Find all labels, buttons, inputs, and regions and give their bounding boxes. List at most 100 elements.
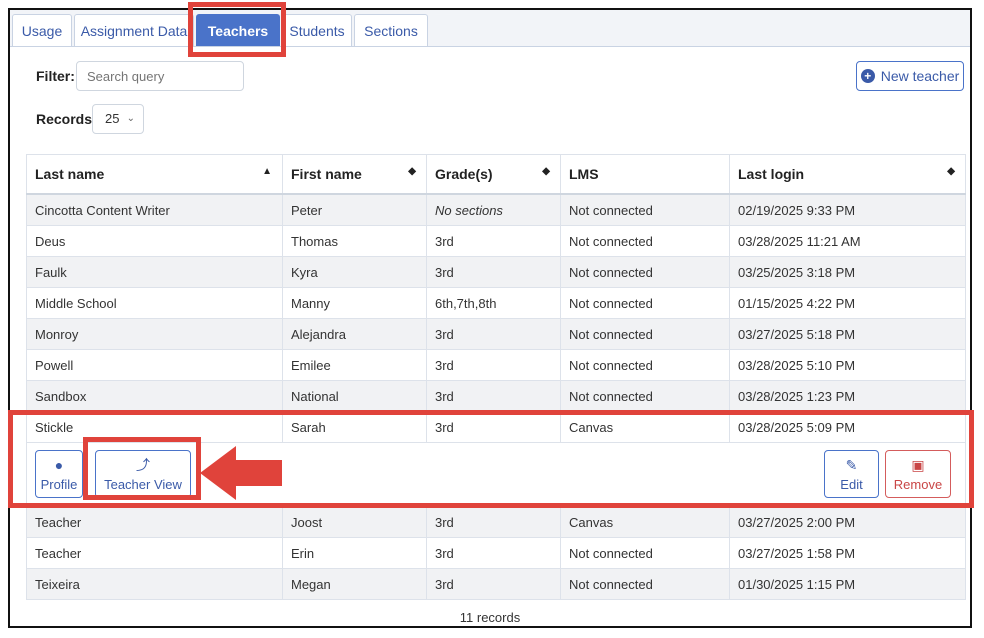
remove-button[interactable]: ▣ Remove — [885, 450, 951, 498]
cell-grades: 3rd — [426, 225, 561, 257]
sort-icon: ◆ — [947, 166, 955, 177]
table-row[interactable]: Monroy Alejandra 3rd Not connected 03/27… — [26, 318, 966, 350]
cell-last-name: Teacher — [26, 537, 283, 569]
cell-first-name: Manny — [282, 287, 427, 319]
records-count: 11 records — [459, 610, 521, 625]
table-row[interactable]: Teacher Erin 3rd Not connected 03/27/202… — [26, 537, 966, 569]
tab-assignment-data[interactable]: Assignment Data — [74, 14, 194, 46]
col-header-last-name[interactable]: Last name ▲ — [26, 154, 283, 195]
remove-label: Remove — [893, 477, 943, 492]
table-row[interactable]: Faulk Kyra 3rd Not connected 03/25/2025 … — [26, 256, 966, 288]
col-header-last-login[interactable]: Last login ◆ — [729, 154, 966, 195]
row-actions: ● Profile ⤴ Teacher View ✎ Edit ▣ Remove — [26, 442, 966, 507]
table-row[interactable]: Powell Emilee 3rd Not connected 03/28/20… — [26, 349, 966, 381]
cell-lms: Canvas — [560, 411, 730, 443]
cell-grades: 3rd — [426, 506, 561, 538]
teacher-view-button[interactable]: ⤴ Teacher View — [95, 450, 191, 498]
edit-button[interactable]: ✎ Edit — [824, 450, 879, 498]
cell-grades: 3rd — [426, 349, 561, 381]
table-row[interactable]: Middle School Manny 6th,7th,8th Not conn… — [26, 287, 966, 319]
cell-last-name: Cincotta Content Writer — [26, 193, 283, 226]
tab-teachers[interactable]: Teachers — [196, 14, 280, 46]
cell-lms: Not connected — [560, 256, 730, 288]
cell-last-login: 01/15/2025 4:22 PM — [729, 287, 966, 319]
cell-grades: 3rd — [426, 537, 561, 569]
cell-last-login: 03/28/2025 1:23 PM — [729, 380, 966, 412]
cell-last-name: Faulk — [26, 256, 283, 288]
cell-first-name: Erin — [282, 537, 427, 569]
cell-first-name: Sarah — [282, 411, 427, 443]
cell-first-name: Megan — [282, 568, 427, 600]
cell-last-name: Monroy — [26, 318, 283, 350]
cell-grades: 3rd — [426, 411, 561, 443]
table-row[interactable]: Cincotta Content Writer Peter No section… — [26, 193, 966, 226]
cell-lms: Canvas — [560, 506, 730, 538]
cell-grades: 3rd — [426, 568, 561, 600]
cell-grades: 3rd — [426, 256, 561, 288]
col-header-first-name[interactable]: First name ◆ — [282, 154, 427, 195]
cell-first-name: Alejandra — [282, 318, 427, 350]
cell-lms: Not connected — [560, 225, 730, 257]
cell-grades: 3rd — [426, 318, 561, 350]
pencil-icon: ✎ — [845, 457, 858, 473]
tab-students[interactable]: Students — [282, 14, 352, 46]
col-header-grades[interactable]: Grade(s) ◆ — [426, 154, 561, 195]
teachers-table: Last name ▲ First name ◆ Grade(s) ◆ LMS Las… — [26, 154, 966, 600]
cell-last-login: 03/28/2025 11:21 AM — [729, 225, 966, 257]
cell-last-name: Deus — [26, 225, 283, 257]
cell-lms: Not connected — [560, 349, 730, 381]
cell-lms: Not connected — [560, 287, 730, 319]
tab-bar: Usage Assignment Data Teachers Students … — [10, 10, 970, 47]
cell-lms: Not connected — [560, 318, 730, 350]
cell-last-login: 03/28/2025 5:10 PM — [729, 349, 966, 381]
cell-lms: Not connected — [560, 537, 730, 569]
row-actions-cell: ● Profile ⤴ Teacher View ✎ Edit ▣ Remove — [26, 442, 966, 507]
filter-label: Filter: — [36, 68, 75, 84]
cell-last-name: Powell — [26, 349, 283, 381]
cell-last-name: Sandbox — [26, 380, 283, 412]
cell-last-login: 01/30/2025 1:15 PM — [729, 568, 966, 600]
cell-last-name: Teixeira — [26, 568, 283, 600]
sort-icon: ◆ — [542, 166, 550, 177]
cell-lms: Not connected — [560, 568, 730, 600]
cell-first-name: Peter — [282, 193, 427, 226]
plus-circle-icon: + — [860, 69, 875, 83]
cell-lms: Not connected — [560, 380, 730, 412]
table-row[interactable]: Sandbox National 3rd Not connected 03/28… — [26, 380, 966, 412]
cell-last-login: 03/27/2025 5:18 PM — [729, 318, 966, 350]
cell-last-login: 03/27/2025 2:00 PM — [729, 506, 966, 538]
cell-last-name: Middle School — [26, 287, 283, 319]
profile-label: Profile — [40, 477, 78, 492]
tab-usage[interactable]: Usage — [12, 14, 72, 46]
cell-last-name: Stickle — [26, 411, 283, 443]
new-teacher-button[interactable]: + New teacher — [856, 61, 964, 91]
profile-button[interactable]: ● Profile — [35, 450, 83, 498]
cell-last-login: 03/27/2025 1:58 PM — [729, 537, 966, 569]
header-label: First name — [291, 166, 362, 182]
col-header-lms: LMS — [560, 154, 730, 195]
cell-last-login: 03/25/2025 3:18 PM — [729, 256, 966, 288]
new-teacher-label: New teacher — [880, 68, 960, 84]
teacher-view-label: Teacher View — [104, 477, 182, 492]
table-row[interactable]: Deus Thomas 3rd Not connected 03/28/2025… — [26, 225, 966, 257]
cell-grades: No sections — [426, 193, 561, 226]
table-row[interactable]: Teixeira Megan 3rd Not connected 01/30/2… — [26, 568, 966, 600]
header-label: Grade(s) — [435, 166, 493, 182]
sort-asc-icon: ▲ — [262, 166, 272, 177]
records-select[interactable]: 25 ⌄ — [92, 104, 144, 134]
cell-last-login: 02/19/2025 9:33 PM — [729, 193, 966, 226]
records-value: 25 — [105, 111, 120, 126]
app-frame: Usage Assignment Data Teachers Students … — [8, 8, 972, 628]
cell-first-name: Emilee — [282, 349, 427, 381]
edit-label: Edit — [840, 477, 863, 492]
records-label: Records: — [36, 111, 97, 127]
cell-grades: 6th,7th,8th — [426, 287, 561, 319]
header-label: LMS — [569, 166, 599, 182]
table-row[interactable]: Teacher Joost 3rd Canvas 03/27/2025 2:00… — [26, 506, 966, 538]
cell-last-name: Teacher — [26, 506, 283, 538]
cell-first-name: Joost — [282, 506, 427, 538]
tab-sections[interactable]: Sections — [354, 14, 428, 46]
user-icon: ● — [54, 457, 64, 473]
search-input[interactable] — [76, 61, 244, 91]
table-row-selected[interactable]: Stickle Sarah 3rd Canvas 03/28/2025 5:09… — [26, 411, 966, 443]
